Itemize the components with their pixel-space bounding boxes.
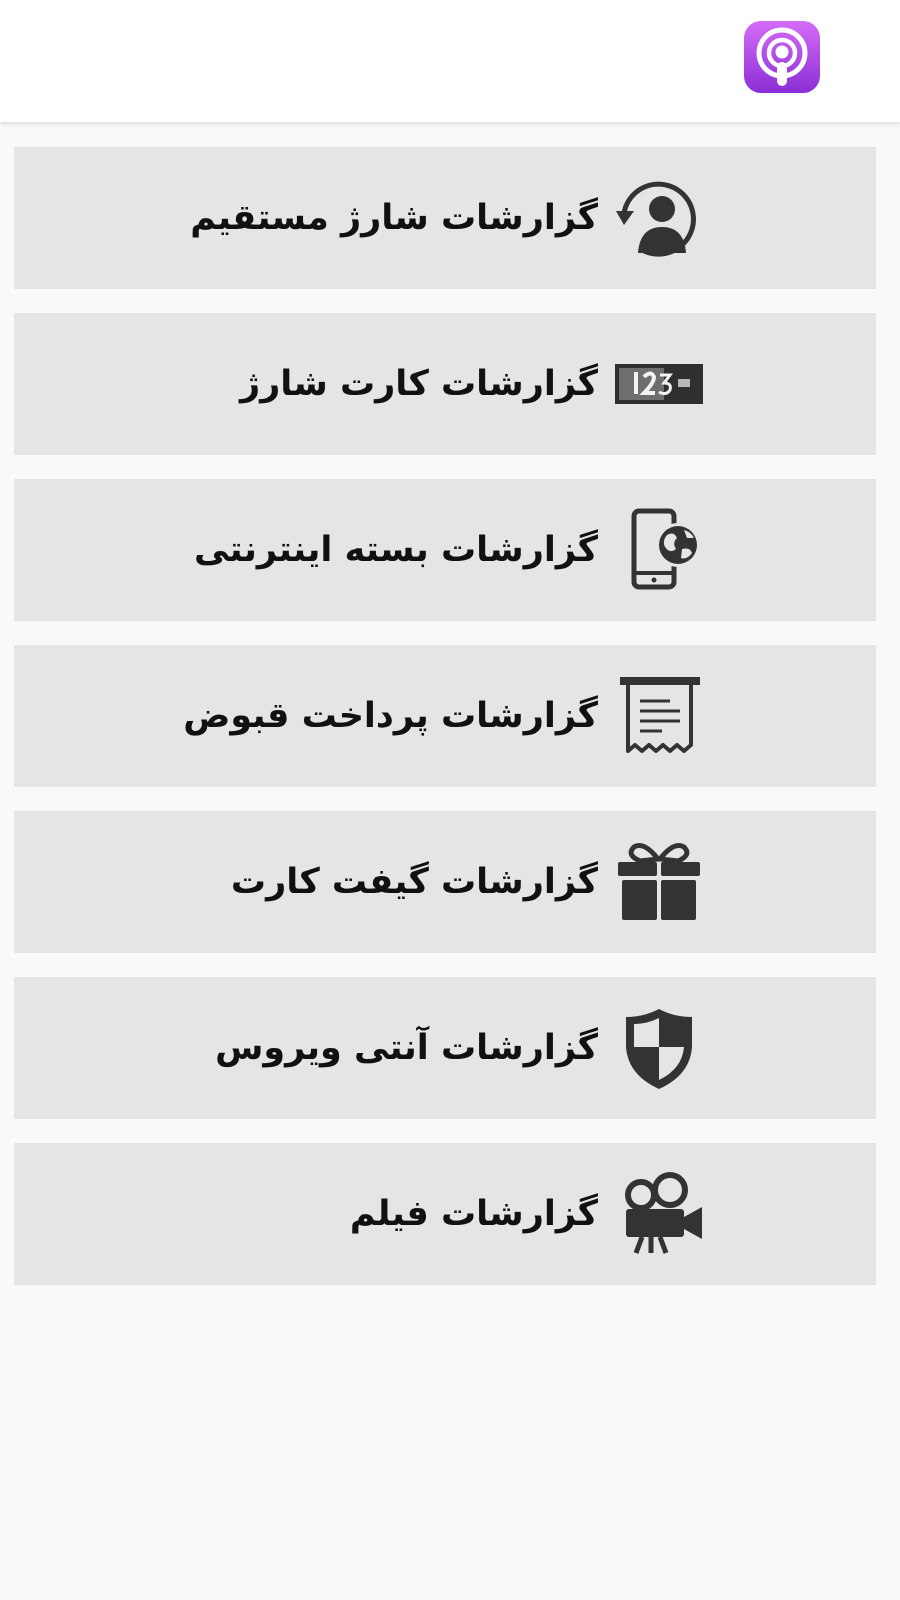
menu-item-bill-payment-reports[interactable]: گزارشات پرداخت قبوض [14,645,876,787]
menu-item-direct-charge-reports[interactable]: گزارشات شارژ مستقیم [14,147,876,289]
app-header [0,0,900,122]
menu-item-internet-package-reports[interactable]: گزارشات بسته اینترنتی [14,479,876,621]
menu-item-label: گزارشات شارژ مستقیم [190,198,598,238]
menu-item-charge-card-reports[interactable]: گزارشات کارت شارژ [14,313,876,455]
menu-item-label: گزارشات کارت شارژ [239,364,598,404]
gift-icon [614,837,704,927]
menu-item-gift-card-reports[interactable]: گزارشات گیفت کارت [14,811,876,953]
podcast-icon[interactable] [744,21,820,93]
menu-item-label: گزارشات گیفت کارت [230,862,598,902]
reports-menu: گزارشات شارژ مستقیم گزارشات کارت شارژ گز… [14,147,876,1309]
menu-item-label: گزارشات پرداخت قبوض [183,696,598,736]
receipt-icon [614,671,704,761]
user-refresh-icon [614,173,704,263]
menu-item-movie-reports[interactable]: گزارشات فیلم [14,1143,876,1285]
menu-item-label: گزارشات بسته اینترنتی [194,530,598,570]
menu-item-label: گزارشات فیلم [349,1194,598,1234]
charge-card-icon [614,339,704,429]
menu-item-label: گزارشات آنتی ویروس [215,1028,598,1068]
menu-item-antivirus-reports[interactable]: گزارشات آنتی ویروس [14,977,876,1119]
mobile-globe-icon [614,505,704,595]
shield-icon [614,1003,704,1093]
video-camera-icon [614,1169,704,1259]
